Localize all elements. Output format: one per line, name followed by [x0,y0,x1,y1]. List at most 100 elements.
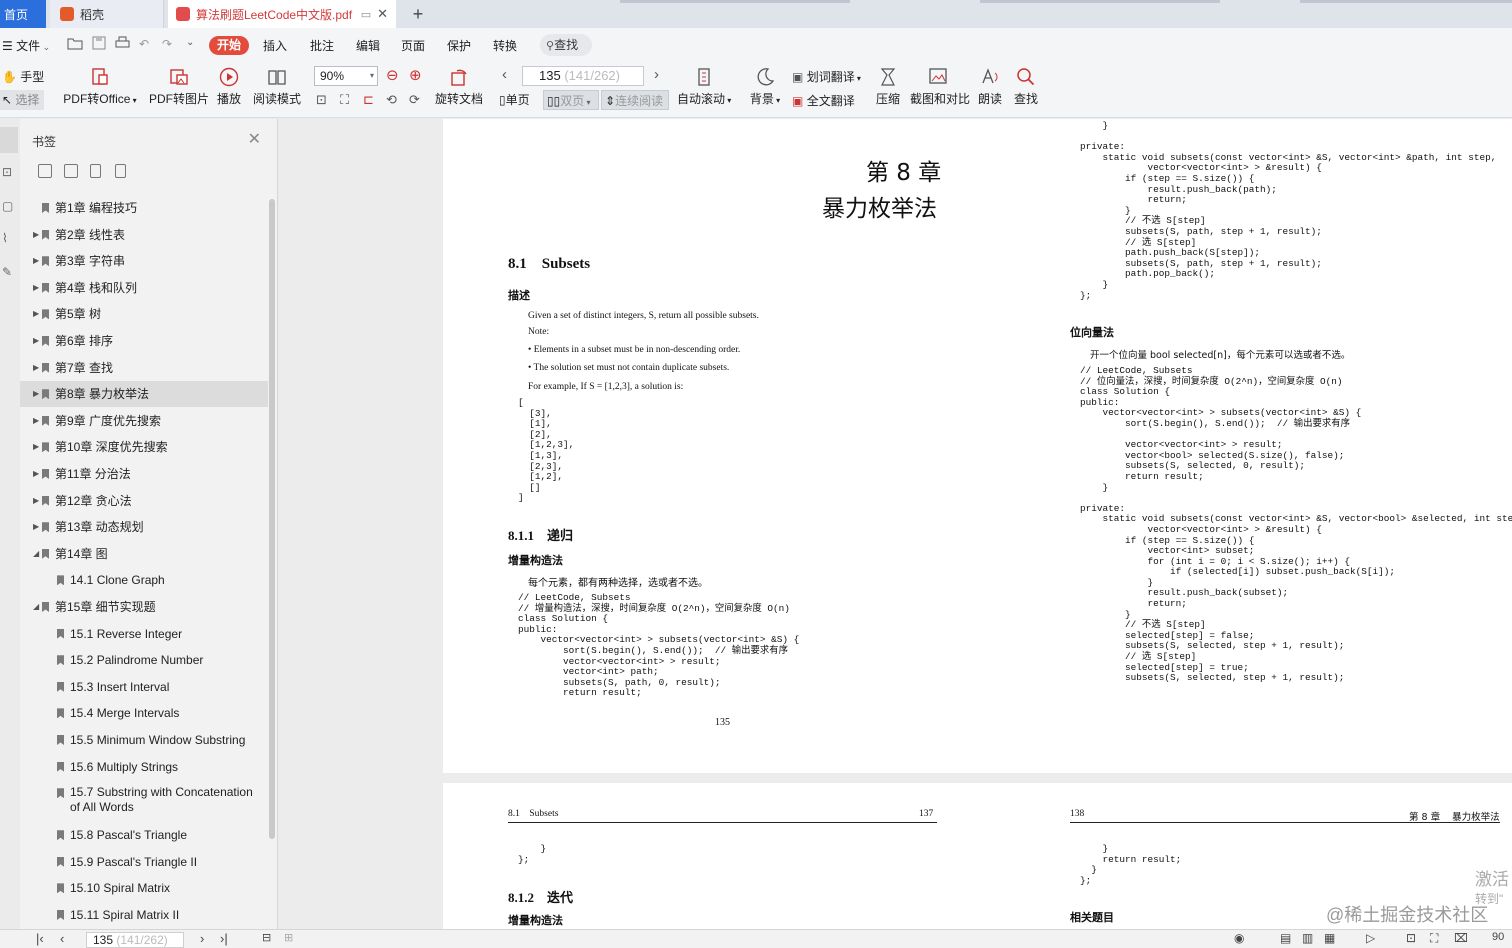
fullscreen-icon[interactable]: ⌧ [1454,931,1468,945]
tab-pdf-document[interactable]: 算法刷题LeetCode中文版.pdf ▭ ✕ [168,0,396,28]
zoom-select[interactable]: 90% ▾ [314,66,378,86]
first-page-icon[interactable]: |‹ [36,931,44,946]
tab-home[interactable]: 首页 [0,0,46,28]
pdf-to-office-button[interactable]: PDF转Office ▾ [60,67,140,107]
bookmark-chapter-item[interactable]: ▶ 第12章 贪心法 [20,488,268,514]
signature-icon[interactable]: ✎ [2,265,12,279]
bookmark-chapter-item[interactable]: ▶ 第3章 字符串 [20,248,268,274]
reading-mode-button[interactable]: 阅读模式 [252,67,302,107]
bookmark-chapter-item[interactable]: ◢ 第14章 图 [20,541,268,567]
tab-close-icon[interactable]: ▭ ✕ [361,6,388,22]
next-page-icon[interactable]: › [654,66,659,83]
expand-arrow-icon[interactable]: ▶ [33,248,39,274]
bookmark-chapter-item[interactable]: 第1章 编程技巧 [20,195,268,221]
screenshot-compare-button[interactable]: 截图和对比 [910,67,970,107]
bookmark-chapter-item[interactable]: ▶ 第7章 查找 [20,355,268,381]
bookmark-subitem[interactable]: 15.7 Substring with Concatenation of All… [20,780,268,822]
bookmark-subitem[interactable]: 15.1 Reverse Integer [20,621,268,647]
expand-arrow-icon[interactable]: ▶ [33,408,39,434]
compress-button[interactable]: 压缩 [874,67,902,107]
quick-access-dropdown-icon[interactable]: ⌄ [186,37,194,48]
document-view[interactable]: 第 8 章 暴力枚举法 8.1 Subsets 描述 Given a set o… [279,119,1512,929]
thumbnail-icon[interactable]: ⊡ [2,165,12,179]
bookmark-chapter-item[interactable]: ▶ 第10章 深度优先搜索 [20,434,268,460]
menu-annotate[interactable]: 批注 [310,37,334,54]
word-translate-button[interactable]: ▣ 划词翻译 ▾ [792,68,861,85]
expand-arrow-icon[interactable]: ▶ [33,514,39,540]
page-icon[interactable]: ▢ [2,199,13,213]
bookmark-subitem[interactable]: 15.11 Spiral Matrix II [20,902,268,928]
background-button[interactable]: 背景 ▾ [748,67,782,107]
continuous-reading-button[interactable]: ⇕连续阅读 [601,90,669,110]
double-page-view-icon[interactable]: ▥ [1302,931,1313,945]
expand-arrow-icon[interactable]: ▶ [33,355,39,381]
bookmark-subitem[interactable]: 14.1 Clone Graph [20,567,268,593]
double-page-button[interactable]: ▯▯双页 ▾ [543,90,599,110]
bookmark-chapter-item[interactable]: ▶ 第11章 分治法 [20,461,268,487]
prev-page-icon[interactable]: ‹ [60,931,64,946]
menu-insert[interactable]: 插入 [263,37,287,54]
bookmark-chapter-item[interactable]: ▶ 第6章 排序 [20,328,268,354]
expand-arrow-icon[interactable]: ▶ [33,434,39,460]
auto-scroll-button[interactable]: 自动滚动 ▾ [677,67,731,107]
zoom-out-icon[interactable]: ⊖ [386,66,399,84]
bookmark-icon[interactable] [115,164,126,178]
menu-file[interactable]: ☰ 文件 ⌄ [2,37,50,54]
bookmark-subitem[interactable]: 15.6 Multiply Strings [20,754,268,780]
fit-page-icon[interactable]: ⛶ [340,92,349,108]
play-view-icon[interactable]: ▷ [1366,931,1375,945]
actual-size-icon[interactable]: ⊡ [316,92,327,108]
add-bookmark-icon[interactable] [90,164,101,178]
select-tool-button[interactable]: ↖ 选择 [0,90,44,110]
bookmark-chapter-item[interactable]: ▶ 第5章 树 [20,301,268,327]
read-aloud-button[interactable]: 朗读 [976,67,1004,107]
bookmark-subitem[interactable]: 15.10 Spiral Matrix [20,875,268,901]
expand-arrow-icon[interactable]: ▶ [33,381,39,407]
bookmark-subitem[interactable]: 15.5 Minimum Window Substring [20,727,268,753]
save-icon[interactable] [92,36,106,53]
expand-arrow-icon[interactable]: ◢ [33,541,39,567]
menu-start[interactable]: 开始 [209,36,249,55]
redo-icon[interactable]: ↷ [162,37,172,51]
expand-arrow-icon[interactable]: ▶ [33,461,39,487]
fit-view-icon[interactable]: ⛶ [1430,931,1438,946]
rotate-right-icon[interactable]: ⟳ [409,92,420,108]
forward-view-icon[interactable]: ⊞ [284,931,293,944]
tab-pin-icon[interactable]: ▭ [361,9,371,21]
menu-protect[interactable]: 保护 [447,37,471,54]
expand-all-icon[interactable] [38,164,52,178]
pdf-to-image-button[interactable]: PDF转图片 [148,67,210,107]
bookmark-subitem[interactable]: 15.2 Palindrome Number [20,647,268,673]
bookmark-panel-icon[interactable] [0,127,18,153]
fit-width-icon[interactable]: ⊏ [363,92,374,108]
collapse-all-icon[interactable] [64,164,78,178]
prev-page-icon[interactable]: ‹ [502,66,507,83]
expand-arrow-icon[interactable]: ▶ [33,301,39,327]
bookmark-chapter-item[interactable]: ▶ 第13章 动态规划 [20,514,268,540]
bookmark-subitem[interactable]: 15.3 Insert Interval [20,674,268,700]
menu-page[interactable]: 页面 [401,37,425,54]
last-page-icon[interactable]: ›| [220,931,228,946]
bookmark-subitem[interactable]: 15.8 Pascal's Triangle [20,822,268,848]
bookmark-subitem[interactable]: 15.9 Pascal's Triangle II [20,849,268,875]
expand-arrow-icon[interactable]: ▶ [33,488,39,514]
bottom-page-input[interactable]: 135 (141/262) [86,932,184,948]
bookmark-chapter-item[interactable]: ▶ 第9章 广度优先搜索 [20,408,268,434]
eye-protection-icon[interactable]: ◉ [1234,931,1244,945]
menu-edit[interactable]: 编辑 [356,37,380,54]
full-translate-button[interactable]: ▣ 全文翻译 [792,92,855,109]
rotate-left-icon[interactable]: ⟲ [386,92,397,108]
expand-arrow-icon[interactable]: ▶ [33,328,39,354]
actual-size-view-icon[interactable]: ⊡ [1406,931,1416,945]
zoom-level[interactable]: 90 [1492,931,1504,943]
find-button[interactable]: 查找 [1012,67,1040,107]
back-view-icon[interactable]: ⊟ [262,931,271,944]
single-page-button[interactable]: ▯单页 [499,90,530,110]
sidebar-scrollbar[interactable] [269,199,275,839]
bookmark-subitem[interactable]: 15.4 Merge Intervals [20,700,268,726]
open-folder-icon[interactable] [67,36,83,53]
book-view-icon[interactable]: ▦ [1324,931,1335,945]
rotate-document-button[interactable]: 旋转文档 [434,67,484,107]
expand-arrow-icon[interactable]: ◢ [33,594,39,620]
expand-arrow-icon[interactable]: ▶ [33,275,39,301]
